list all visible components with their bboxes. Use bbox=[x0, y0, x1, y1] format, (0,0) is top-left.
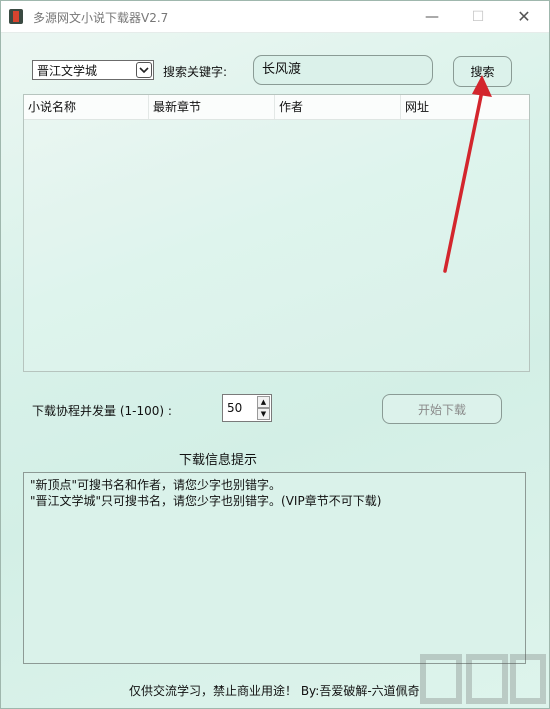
app-icon bbox=[9, 9, 23, 24]
threads-spinbox[interactable]: 50 ▲ ▼ bbox=[222, 394, 272, 422]
source-select-value: 晋江文学城 bbox=[37, 64, 98, 78]
column-header-title[interactable]: 小说名称 bbox=[24, 95, 149, 119]
info-textbox[interactable]: "新顶点"可搜书名和作者，请您少字也别错字。 "晋江文学城"只可搜书名，请您少字… bbox=[23, 472, 526, 664]
results-table[interactable]: 小说名称 最新章节 作者 网址 bbox=[23, 94, 530, 372]
maximize-button[interactable]: ☐ bbox=[455, 1, 501, 32]
chevron-down-icon[interactable] bbox=[136, 62, 152, 78]
spin-up-icon[interactable]: ▲ bbox=[257, 396, 270, 408]
threads-label: 下载协程并发量 (1-100) : bbox=[32, 404, 172, 418]
start-download-button[interactable]: 开始下载 bbox=[382, 394, 502, 424]
watermark-logo bbox=[420, 654, 546, 704]
column-header-url[interactable]: 网址 bbox=[401, 95, 529, 119]
column-header-latest-chapter[interactable]: 最新章节 bbox=[149, 95, 275, 119]
spin-down-icon[interactable]: ▼ bbox=[257, 408, 270, 420]
title-bar: 多源网文小说下载器V2.7 — ☐ ✕ bbox=[1, 1, 549, 33]
column-header-author[interactable]: 作者 bbox=[275, 95, 401, 119]
keyword-label: 搜索关键字: bbox=[163, 65, 228, 79]
footer-text: 仅供交流学习，禁止商业用途！ By:吾爱破解-六道佩奇 bbox=[129, 684, 420, 698]
search-button[interactable]: 搜索 bbox=[453, 56, 512, 87]
close-button[interactable]: ✕ bbox=[501, 1, 547, 32]
app-window: 多源网文小说下载器V2.7 — ☐ ✕ 晋江文学城 搜索关键字: 长风渡 搜索 … bbox=[0, 0, 550, 709]
info-title: 下载信息提示 bbox=[179, 453, 258, 468]
keyword-input[interactable]: 长风渡 bbox=[253, 55, 433, 85]
threads-value[interactable]: 50 bbox=[227, 401, 242, 415]
window-title: 多源网文小说下载器V2.7 bbox=[33, 11, 169, 25]
minimize-button[interactable]: — bbox=[409, 1, 455, 32]
table-header: 小说名称 最新章节 作者 网址 bbox=[24, 95, 529, 120]
source-select[interactable]: 晋江文学城 bbox=[32, 60, 154, 80]
